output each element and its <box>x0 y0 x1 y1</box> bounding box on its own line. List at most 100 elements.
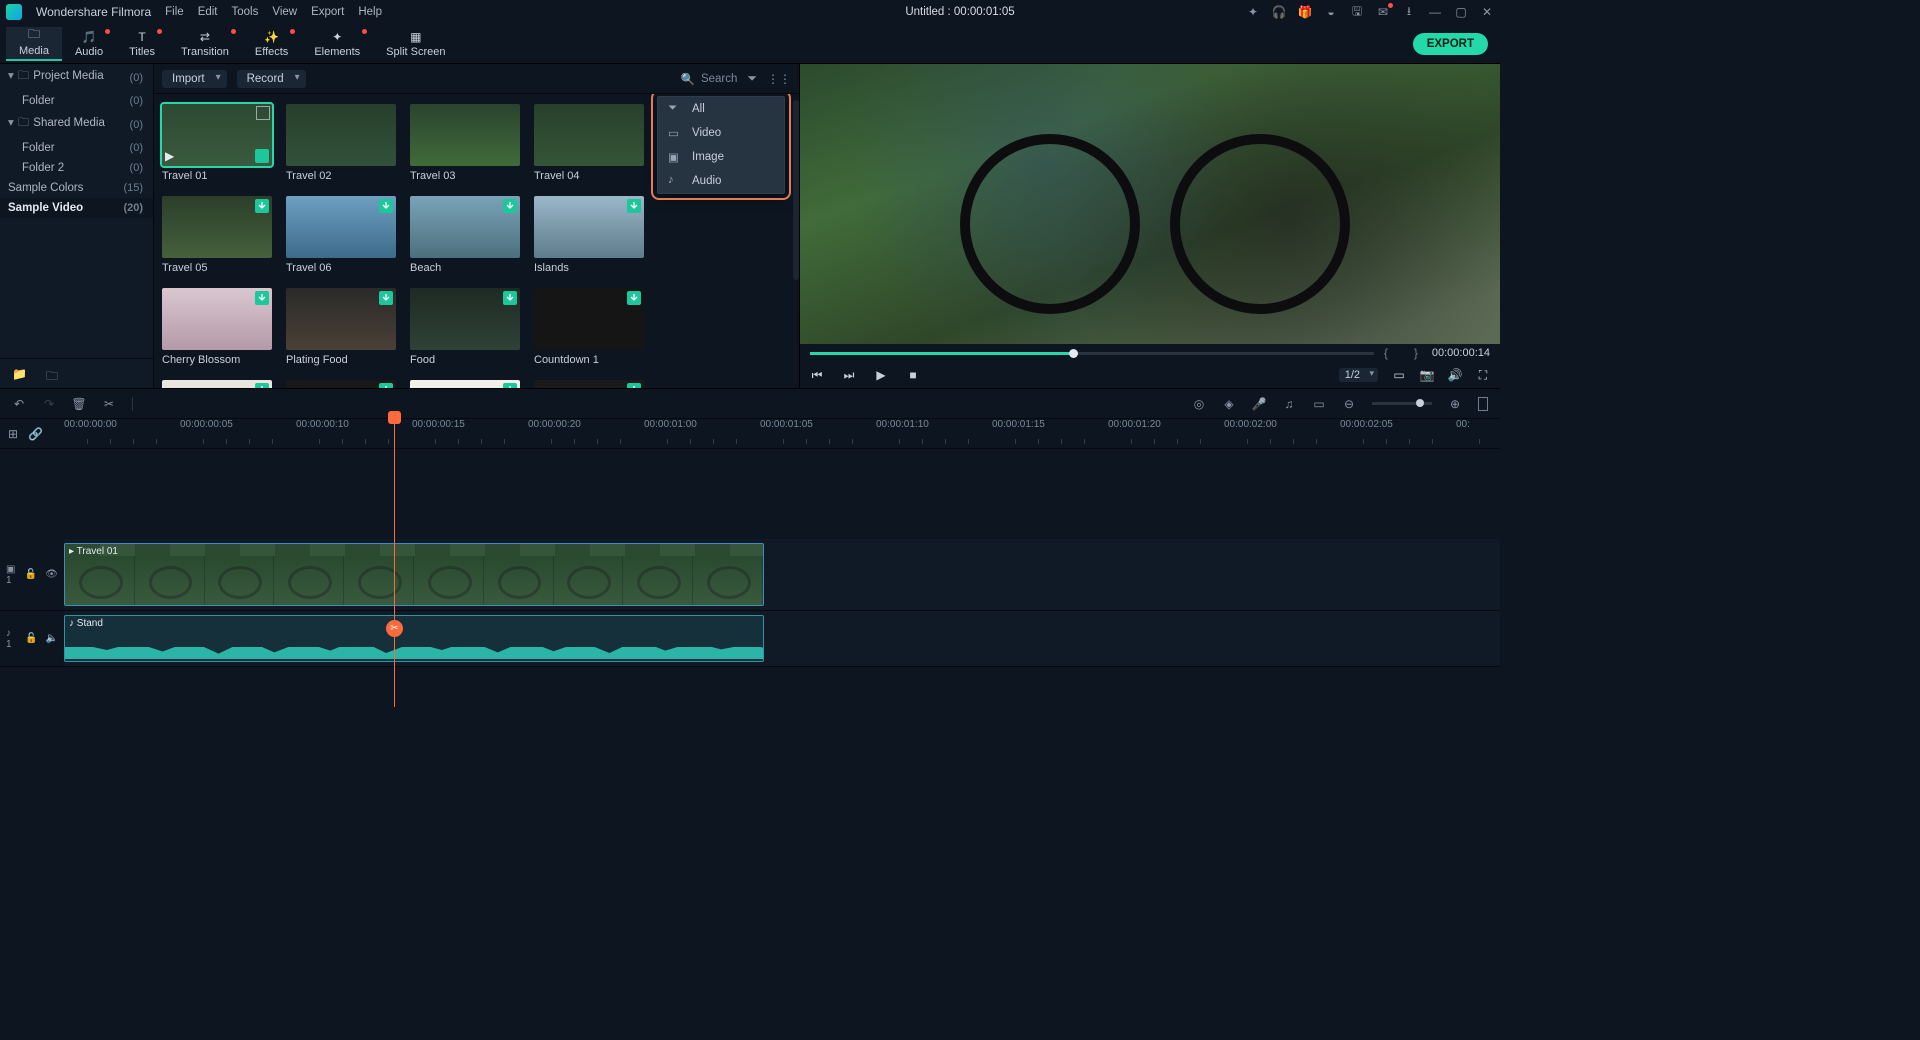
media-thumb[interactable] <box>162 380 272 388</box>
filter-all[interactable]: ⏷All <box>658 97 784 121</box>
media-thumb[interactable] <box>286 380 396 388</box>
save-icon[interactable]: 🖫 <box>1350 5 1364 19</box>
sidebar-item-folder[interactable]: Folder(0) <box>0 91 153 111</box>
media-thumb[interactable] <box>410 380 520 388</box>
marker-icon[interactable]: ◎ <box>1192 397 1206 411</box>
media-thumb[interactable]: Food <box>410 288 520 366</box>
filter-image[interactable]: ▣Image <box>658 145 784 169</box>
playhead[interactable]: ✂ <box>394 419 395 707</box>
folder-icon: 🗀 <box>18 117 30 129</box>
record-dropdown[interactable]: Record <box>237 70 306 88</box>
filter-icon[interactable]: ⏷ <box>747 71 757 86</box>
sidebar-item-sample-video[interactable]: Sample Video(20) <box>0 198 153 218</box>
gift-icon[interactable]: 🎁 <box>1298 5 1312 19</box>
preview-seekbar[interactable] <box>810 352 1374 355</box>
menu-edit[interactable]: Edit <box>198 6 218 18</box>
eye-icon[interactable]: 👁 <box>45 569 58 580</box>
ruler-tick: 00:00:00:00 <box>64 419 117 430</box>
media-thumb[interactable]: Countdown 1 <box>534 288 644 366</box>
mute-icon[interactable]: 🔈 <box>46 633 58 644</box>
tab-transition[interactable]: ⇄Transition <box>168 27 242 61</box>
voiceover-icon[interactable]: 🎤 <box>1252 397 1266 411</box>
audio-clip[interactable]: ♪ Stand <box>64 615 764 662</box>
audio-mixer-icon[interactable]: ♫ <box>1282 397 1296 411</box>
sidebar-item-folder-2[interactable]: Folder 2(0) <box>0 158 153 178</box>
step-forward-icon[interactable]: ⏭ <box>842 368 856 382</box>
delete-icon[interactable]: 🗑 <box>72 397 86 411</box>
tab-effects[interactable]: ✨Effects <box>242 27 301 61</box>
open-folder-icon[interactable]: 🗀 <box>46 367 60 381</box>
menu-tools[interactable]: Tools <box>232 6 259 18</box>
zoom-fit-icon[interactable] <box>1478 397 1488 411</box>
menu-help[interactable]: Help <box>358 6 382 18</box>
timeline-settings-icon[interactable]: ⊞ <box>8 427 18 441</box>
import-dropdown[interactable]: Import <box>162 70 227 88</box>
undo-icon[interactable]: ↶ <box>12 397 26 411</box>
fullscreen-icon[interactable]: ⛶ <box>1476 368 1490 382</box>
sidebar-item-project-media[interactable]: ▾🗀Project Media(0) <box>0 64 153 91</box>
compass-icon[interactable]: ✦ <box>1246 5 1260 19</box>
media-thumb[interactable]: Islands <box>534 196 644 274</box>
preview-zoom-select[interactable]: 1/2 <box>1339 368 1378 382</box>
link-icon[interactable]: 🔗 <box>28 427 43 441</box>
download-icon[interactable]: ⭳ <box>1402 5 1416 19</box>
filter-video[interactable]: ▭Video <box>658 121 784 145</box>
play-icon[interactable]: ▶ <box>874 368 888 382</box>
preview-viewport[interactable] <box>800 64 1500 344</box>
view-grid-icon[interactable]: ⋮⋮ <box>767 72 791 86</box>
tab-audio[interactable]: 🎵Audio <box>62 27 116 61</box>
media-thumb[interactable]: Cherry Blossom <box>162 288 272 366</box>
thumb-label: Travel 02 <box>286 170 396 182</box>
zoom-in-icon[interactable]: ⊕ <box>1448 397 1462 411</box>
menu-export[interactable]: Export <box>311 6 344 18</box>
media-thumb[interactable]: Travel 05 <box>162 196 272 274</box>
media-thumb[interactable]: Plating Food <box>286 288 396 366</box>
media-thumb[interactable]: ▶Travel 01 <box>162 104 272 182</box>
volume-icon[interactable]: 🔊 <box>1448 368 1462 382</box>
thumb-label: Travel 04 <box>534 170 644 182</box>
tab-media[interactable]: 🗀Media <box>6 27 62 61</box>
message-icon[interactable]: ✉ <box>1376 5 1390 19</box>
stop-icon[interactable]: ■ <box>906 368 920 382</box>
window-close-icon[interactable]: ✕ <box>1480 5 1494 19</box>
render-quality-icon[interactable]: ▭ <box>1392 368 1406 382</box>
sidebar-item-shared-media[interactable]: ▾🗀Shared Media(0) <box>0 111 153 138</box>
window-minimize-icon[interactable]: — <box>1428 5 1442 19</box>
headphones-icon[interactable]: 🎧 <box>1272 5 1286 19</box>
media-thumb[interactable]: Travel 03 <box>410 104 520 182</box>
redo-icon[interactable]: ↷ <box>42 397 56 411</box>
window-maximize-icon[interactable]: ▢ <box>1454 5 1468 19</box>
scissors-icon[interactable]: ✂ <box>386 620 403 637</box>
timeline-zoom-slider[interactable] <box>1372 402 1432 405</box>
media-thumb[interactable]: Beach <box>410 196 520 274</box>
menu-view[interactable]: View <box>272 6 297 18</box>
lock-icon[interactable]: 🔓 <box>25 633 37 644</box>
export-button[interactable]: EXPORT <box>1413 33 1488 55</box>
split-icon[interactable]: ✂ <box>102 397 116 411</box>
media-thumb[interactable] <box>534 380 644 388</box>
new-folder-icon[interactable]: 📁 <box>12 367 26 381</box>
lock-icon[interactable]: 🔓 <box>25 569 37 580</box>
sidebar-item-sample-colors[interactable]: Sample Colors(15) <box>0 178 153 198</box>
media-thumb[interactable]: Travel 04 <box>534 104 644 182</box>
step-back-icon[interactable]: ⏮ <box>810 368 824 382</box>
tab-titles[interactable]: TTitles <box>116 27 168 61</box>
scrollbar[interactable] <box>793 100 799 280</box>
filter-audio[interactable]: ♪Audio <box>658 169 784 193</box>
media-thumb[interactable]: Travel 06 <box>286 196 396 274</box>
snapshot-icon[interactable]: 📷 <box>1420 368 1434 382</box>
menu-file[interactable]: File <box>165 6 184 18</box>
tab-split-screen[interactable]: ▦Split Screen <box>373 27 458 61</box>
timeline-ruler[interactable]: 00:00:00:0000:00:00:0500:00:00:1000:00:0… <box>64 419 1500 448</box>
video-clip[interactable]: ▸ Travel 01 <box>64 543 764 606</box>
media-thumb[interactable]: Travel 02 <box>286 104 396 182</box>
account-icon[interactable]: ◒ <box>1324 5 1338 19</box>
download-badge-icon <box>379 383 393 388</box>
render-preview-icon[interactable]: ▭ <box>1312 397 1326 411</box>
keyframe-icon[interactable]: ◈ <box>1222 397 1236 411</box>
sidebar-item-folder[interactable]: Folder(0) <box>0 138 153 158</box>
zoom-out-icon[interactable]: ⊖ <box>1342 397 1356 411</box>
tab-elements[interactable]: ✦Elements <box>301 27 373 61</box>
ruler-tick: 00:00:01:15 <box>992 419 1045 430</box>
search-input[interactable]: 🔍 Search <box>681 72 738 86</box>
